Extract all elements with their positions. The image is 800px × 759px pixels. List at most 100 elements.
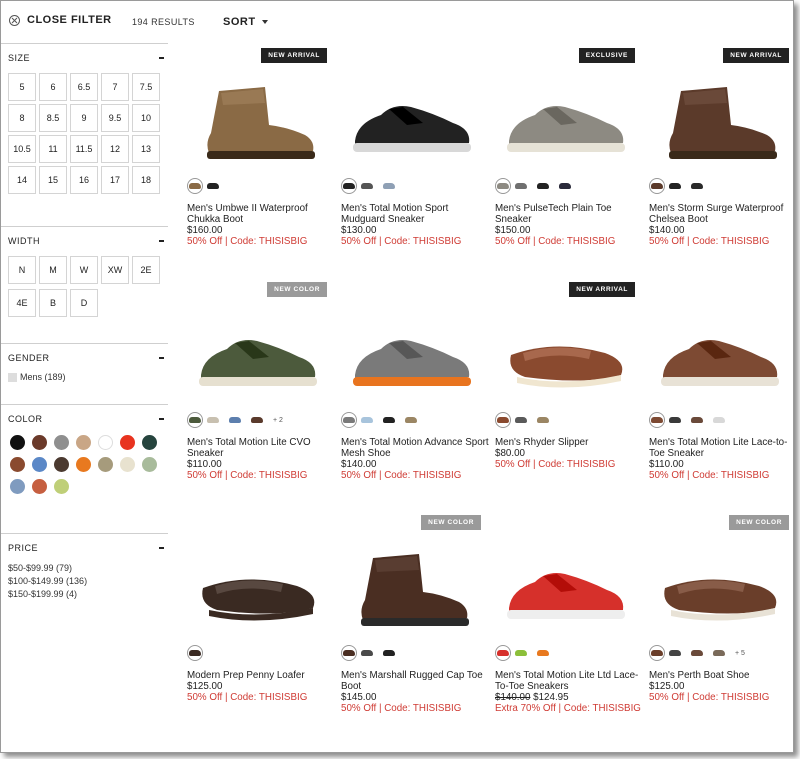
product-name[interactable]: Men's Total Motion Sport Mudguard Sneake… (341, 203, 491, 225)
width-facet-header[interactable]: WIDTH (1, 227, 168, 255)
width-option[interactable]: 2E (132, 256, 160, 284)
width-option[interactable]: D (70, 289, 98, 317)
color-swatch[interactable] (54, 435, 69, 450)
size-option[interactable]: 11.5 (70, 135, 98, 163)
product-name[interactable]: Men's Umbwe II Waterproof Chukka Boot (187, 203, 337, 225)
color-swatch[interactable] (10, 457, 25, 472)
color-swatch[interactable] (207, 183, 219, 189)
product-image[interactable] (495, 530, 635, 640)
selected-color-swatch[interactable] (187, 178, 203, 194)
size-option[interactable]: 8 (8, 104, 36, 132)
price-option[interactable]: $50-$99.99 (79) (8, 562, 168, 575)
selected-color-swatch[interactable] (341, 412, 357, 428)
size-option[interactable]: 9 (70, 104, 98, 132)
color-swatch[interactable] (669, 417, 681, 423)
color-swatch[interactable] (54, 457, 69, 472)
price-option[interactable]: $100-$149.99 (136) (8, 575, 168, 588)
color-swatch[interactable] (361, 183, 373, 189)
size-option[interactable]: 10 (132, 104, 160, 132)
product-name[interactable]: Men's Total Motion Lite CVO Sneaker (187, 437, 337, 459)
color-swatch[interactable] (405, 417, 417, 423)
color-swatch[interactable] (229, 417, 241, 423)
product-name[interactable]: Men's Rhyder Slipper (495, 437, 645, 448)
size-option[interactable]: 11 (39, 135, 67, 163)
width-option[interactable]: B (39, 289, 67, 317)
selected-color-swatch[interactable] (341, 178, 357, 194)
color-swatch[interactable] (76, 435, 91, 450)
color-swatch[interactable] (713, 417, 725, 423)
selected-color-swatch[interactable] (341, 645, 357, 661)
size-option[interactable]: 9.5 (101, 104, 129, 132)
more-colors-count[interactable]: + 2 (273, 417, 283, 424)
color-swatch[interactable] (669, 650, 681, 656)
size-option[interactable]: 6 (39, 73, 67, 101)
size-option[interactable]: 15 (39, 166, 67, 194)
size-option[interactable]: 17 (101, 166, 129, 194)
gender-option-mens[interactable]: Mens (189) (1, 372, 168, 382)
color-swatch[interactable] (537, 417, 549, 423)
color-swatch[interactable] (383, 650, 395, 656)
size-option[interactable]: 13 (132, 135, 160, 163)
color-swatch[interactable] (515, 417, 527, 423)
size-option[interactable]: 5 (8, 73, 36, 101)
size-option[interactable]: 6.5 (70, 73, 98, 101)
product-image[interactable] (649, 63, 789, 173)
price-facet-header[interactable]: PRICE (1, 534, 168, 562)
product-name[interactable]: Men's Storm Surge Waterproof Chelsea Boo… (649, 203, 793, 225)
color-swatch[interactable] (251, 417, 263, 423)
size-option[interactable]: 8.5 (39, 104, 67, 132)
product-name[interactable]: Modern Prep Penny Loafer (187, 670, 337, 681)
color-swatch[interactable] (98, 457, 113, 472)
product-image[interactable] (187, 297, 327, 407)
width-option[interactable]: 4E (8, 289, 36, 317)
gender-facet-header[interactable]: GENDER (1, 344, 168, 372)
color-swatch[interactable] (691, 650, 703, 656)
color-swatch[interactable] (537, 650, 549, 656)
width-option[interactable]: W (70, 256, 98, 284)
width-option[interactable]: XW (101, 256, 129, 284)
product-image[interactable] (341, 297, 481, 407)
product-image[interactable] (649, 297, 789, 407)
color-swatch[interactable] (120, 435, 135, 450)
color-swatch[interactable] (515, 650, 527, 656)
selected-color-swatch[interactable] (649, 178, 665, 194)
product-name[interactable]: Men's Total Motion Advance Sport Mesh Sh… (341, 437, 491, 459)
selected-color-swatch[interactable] (495, 412, 511, 428)
color-swatch[interactable] (207, 417, 219, 423)
size-option[interactable]: 12 (101, 135, 129, 163)
color-swatch[interactable] (142, 457, 157, 472)
selected-color-swatch[interactable] (187, 412, 203, 428)
color-swatch[interactable] (515, 183, 527, 189)
checkbox[interactable] (8, 372, 17, 382)
selected-color-swatch[interactable] (187, 645, 203, 661)
size-option[interactable]: 14 (8, 166, 36, 194)
color-swatch[interactable] (54, 479, 69, 494)
color-swatch[interactable] (142, 435, 157, 450)
product-name[interactable]: Men's Perth Boat Shoe (649, 670, 793, 681)
selected-color-swatch[interactable] (649, 412, 665, 428)
sort-dropdown[interactable]: SORT (223, 16, 268, 28)
selected-color-swatch[interactable] (495, 178, 511, 194)
more-colors-count[interactable]: + 5 (735, 650, 745, 657)
color-swatch[interactable] (713, 650, 725, 656)
product-name[interactable]: Men's Total Motion Lite Lace-to-Toe Snea… (649, 437, 793, 459)
color-swatch[interactable] (559, 183, 571, 189)
color-swatch[interactable] (32, 479, 47, 494)
color-swatch[interactable] (383, 417, 395, 423)
product-image[interactable] (341, 63, 481, 173)
product-image[interactable] (495, 63, 635, 173)
color-swatch[interactable] (32, 435, 47, 450)
size-option[interactable]: 7 (101, 73, 129, 101)
color-swatch[interactable] (120, 457, 135, 472)
color-facet-header[interactable]: COLOR (1, 405, 168, 433)
color-swatch[interactable] (76, 457, 91, 472)
product-name[interactable]: Men's Total Motion Lite Ltd Lace-To-Toe … (495, 670, 645, 692)
product-image[interactable] (341, 530, 481, 640)
selected-color-swatch[interactable] (649, 645, 665, 661)
color-swatch[interactable] (361, 650, 373, 656)
selected-color-swatch[interactable] (495, 645, 511, 661)
size-facet-header[interactable]: SIZE (1, 44, 168, 72)
color-swatch[interactable] (10, 435, 25, 450)
color-swatch[interactable] (32, 457, 47, 472)
color-swatch[interactable] (361, 417, 373, 423)
